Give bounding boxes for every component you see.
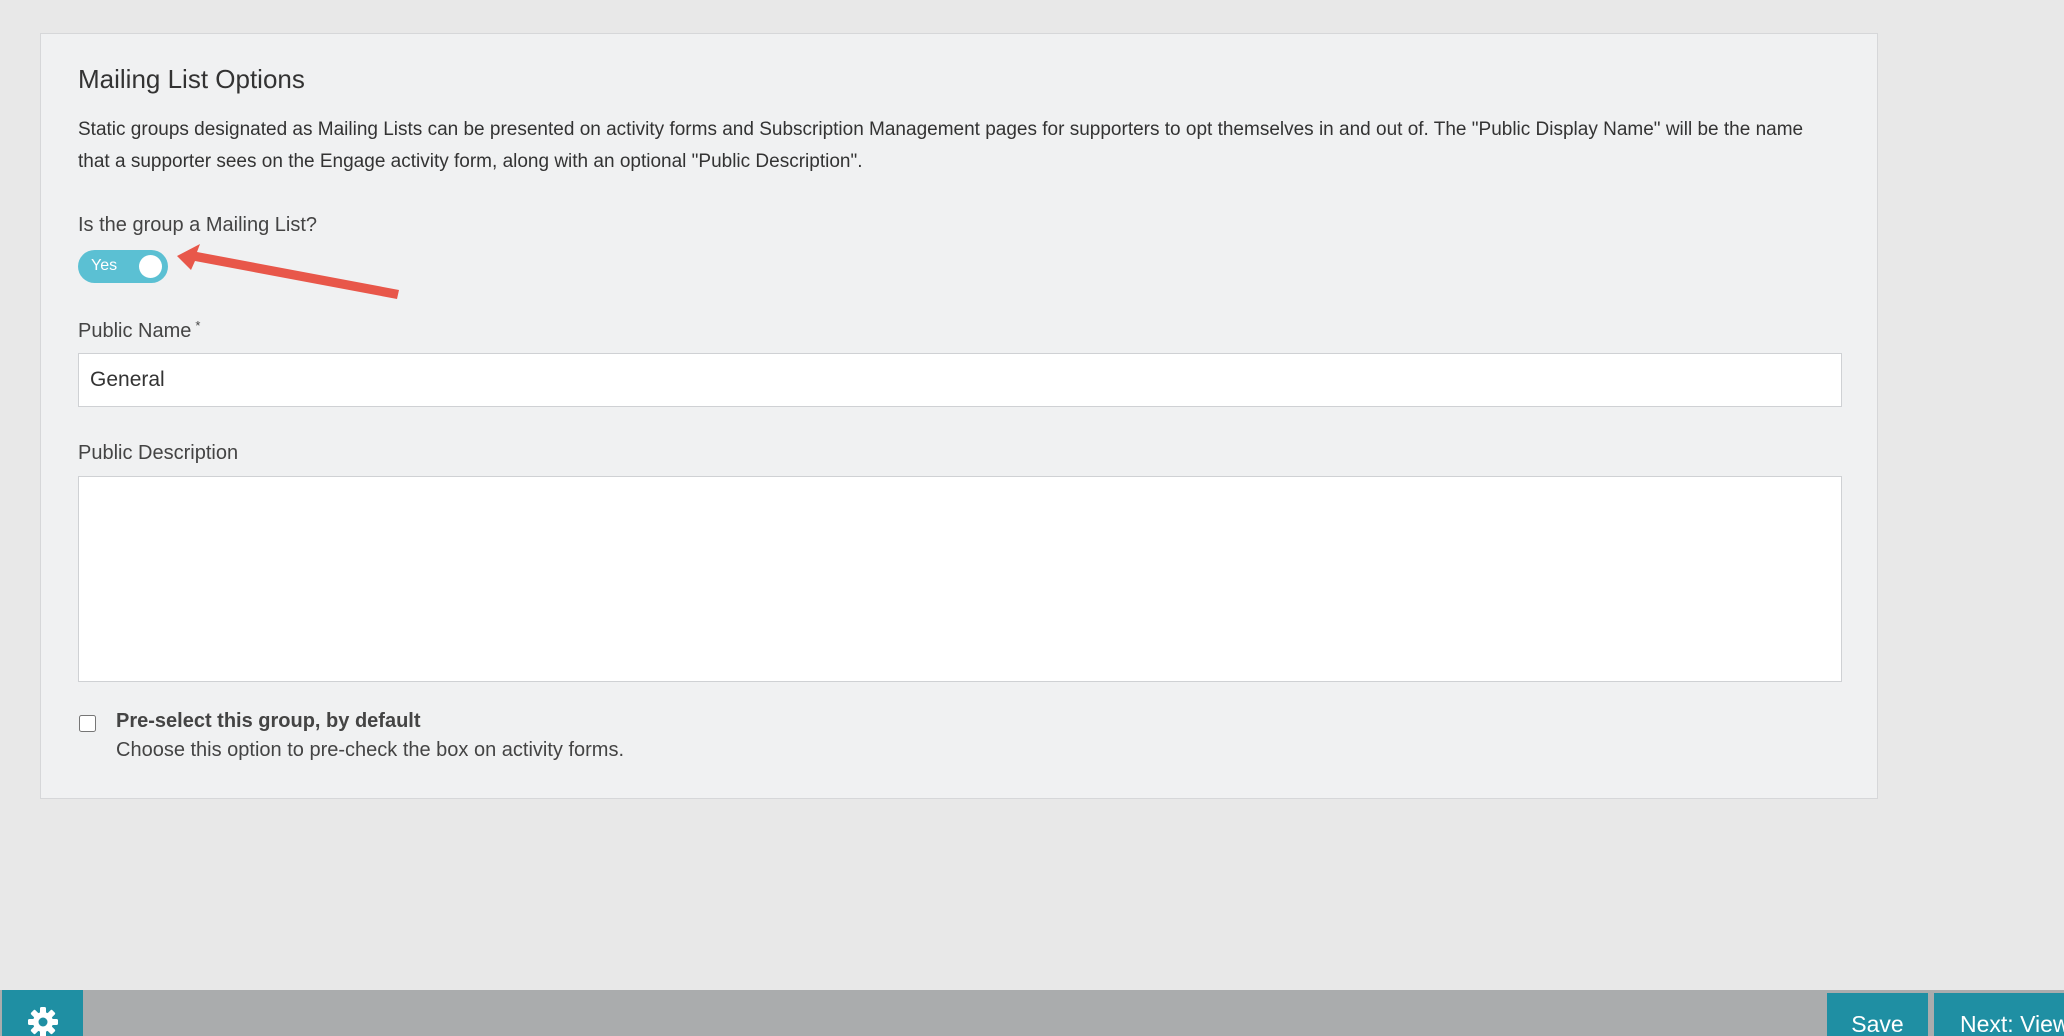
save-button[interactable]: Save: [1827, 993, 1928, 1036]
mailing-list-question-label: Is the group a Mailing List?: [78, 214, 318, 236]
toggle-state-label: Yes: [91, 257, 118, 274]
toggle-knob: [139, 255, 162, 278]
next-view-button[interactable]: Next: View: [1934, 993, 2064, 1036]
mailing-list-options-panel: Mailing List Options Static groups desig…: [40, 33, 1878, 799]
panel-description: Static groups designated as Mailing List…: [78, 119, 1804, 172]
preselect-title: Pre-select this group, by default: [116, 710, 421, 732]
footer-bar: Save Next: View: [0, 990, 2064, 1036]
preselect-checkbox[interactable]: [79, 715, 96, 732]
public-name-label: Public Name *: [78, 318, 201, 343]
public-description-textarea[interactable]: [78, 476, 1842, 682]
page: Mailing List Options Static groups desig…: [0, 0, 2064, 1036]
panel-title: Mailing List Options: [78, 64, 305, 94]
mailing-list-toggle[interactable]: Yes: [78, 250, 168, 283]
gear-icon: [28, 1007, 58, 1036]
preselect-help-text: Choose this option to pre-check the box …: [116, 739, 625, 761]
public-description-label: Public Description: [78, 442, 239, 464]
public-name-input[interactable]: [78, 353, 1842, 407]
public-name-label-text: Public Name: [78, 320, 192, 342]
annotation-arrow-icon: [177, 244, 399, 299]
settings-button[interactable]: [2, 990, 83, 1036]
required-mark: *: [195, 318, 201, 333]
